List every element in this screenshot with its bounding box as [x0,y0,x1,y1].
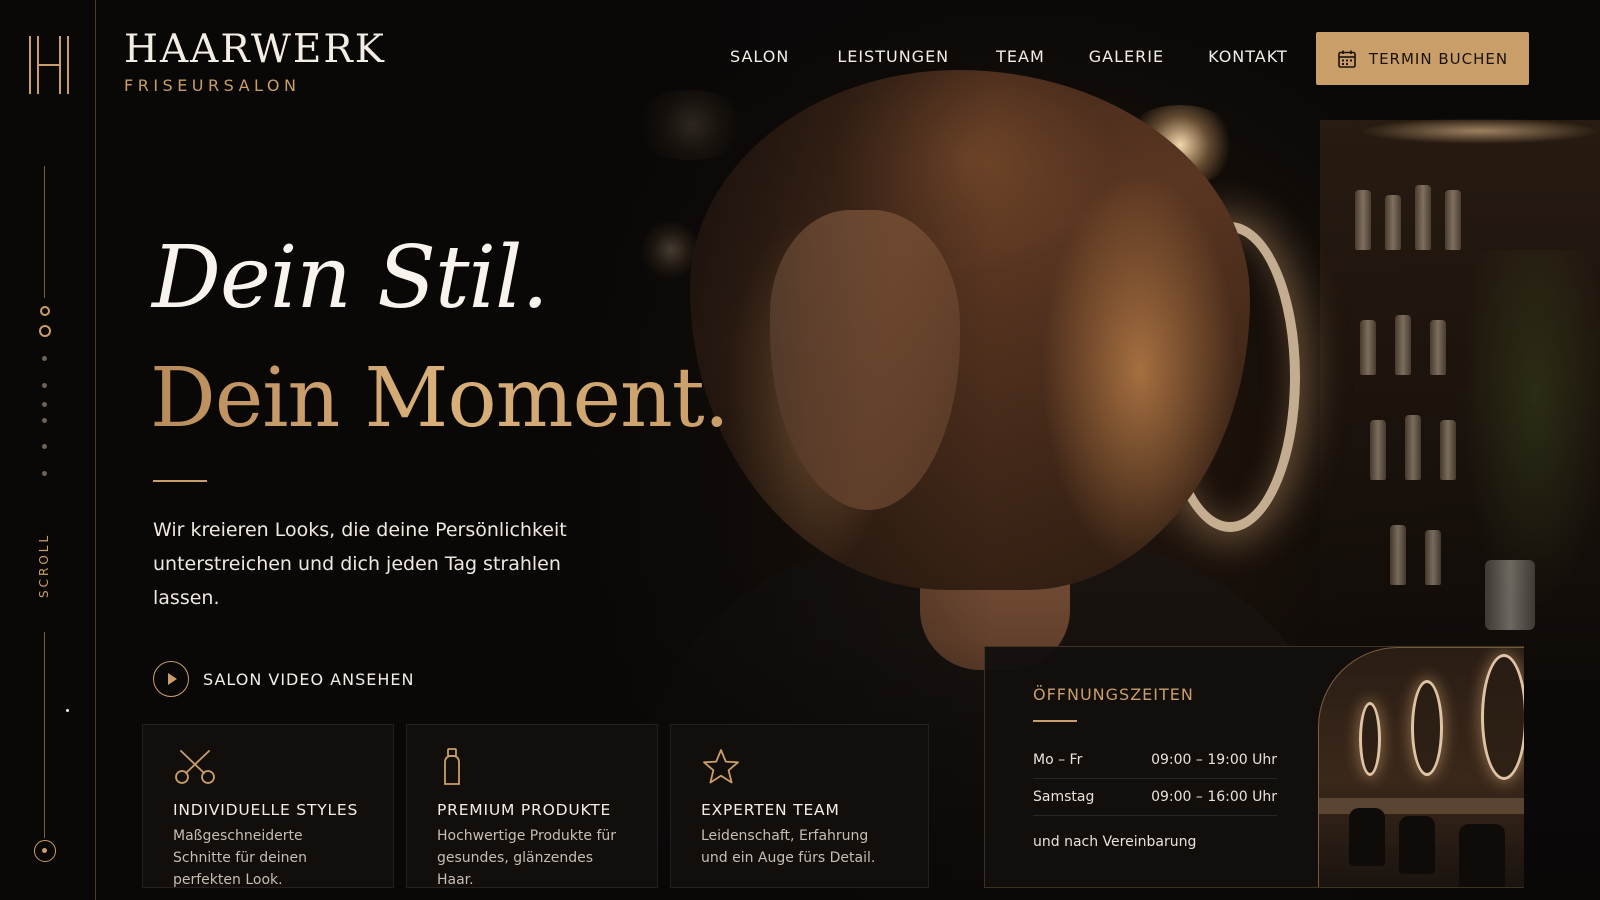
book-appointment-label: TERMIN BUCHEN [1368,49,1509,68]
section-indicator-active[interactable] [39,325,51,337]
hero-title: Dein Moment. [150,344,730,454]
brand-subtitle: FRISEURSALON [124,76,301,95]
hours-row: Mo – Fr 09:00 – 19:00 Uhr [1033,742,1277,779]
hours-row: Samstag 09:00 – 16:00 Uhr [1033,779,1277,816]
mirror [1411,680,1443,776]
book-appointment-button[interactable]: TERMIN BUCHEN [1316,32,1529,85]
hours-time: 09:00 – 16:00 Uhr [1151,789,1277,805]
hours-day: Mo – Fr [1033,752,1083,768]
opening-hours-title: ÖFFNUNGSZEITEN [1033,685,1194,704]
side-rail: SCROLL [0,0,96,900]
salon-video-link[interactable]: SALON VIDEO ANSEHEN [153,661,414,697]
scroll-label: SCROLL [37,532,51,598]
section-dot[interactable] [42,444,47,449]
play-icon [153,661,189,697]
hero-script-line: Dein Stil. [152,228,549,328]
chair [1459,824,1505,887]
mirror [1481,654,1524,780]
monogram-logo-icon[interactable] [27,34,71,96]
nav-item-leistungen[interactable]: LEISTUNGEN [837,47,949,66]
calendar-icon [1338,50,1356,68]
scroll-down-button[interactable] [34,840,56,862]
opening-hours-content: ÖFFNUNGSZEITEN Mo – Fr 09:00 – 19:00 Uhr… [1033,685,1277,850]
section-dot[interactable] [42,402,47,407]
feature-title: INDIVIDUELLE STYLES [173,801,359,819]
mirror [1359,702,1381,776]
rail-line [44,632,45,838]
brand[interactable]: HAARWERK FRISEURSALON [124,26,386,95]
feature-text: Maßgeschneiderte Schnitte für deinen per… [173,828,308,888]
sparkle [66,709,69,712]
chair [1399,816,1435,874]
brand-name: HAARWERK [124,27,386,72]
hours-note: und nach Vereinbarung [1033,834,1197,850]
feature-title: PREMIUM PRODUKTE [437,801,612,819]
salon-video-label: SALON VIDEO ANSEHEN [203,669,415,689]
section-indicator-inactive[interactable] [40,306,50,316]
main-nav: SALON LEISTUNGEN TEAM GALERIE KONTAKT [730,47,1288,66]
hours-time: 09:00 – 19:00 Uhr [1151,752,1277,768]
scissors-icon [175,750,215,784]
bottle-icon [444,748,460,785]
feature-text: Leidenschaft, Erfahrung und ein Auge für… [701,828,876,866]
hero-divider [153,480,207,482]
feature-card: EXPERTEN TEAM Leidenschaft, Erfahrung un… [670,724,929,888]
section-dot[interactable] [42,356,47,361]
feature-cards: INDIVIDUELLE STYLES Maßgeschneiderte Sch… [142,724,929,888]
feature-title: EXPERTEN TEAM [701,801,840,819]
nav-item-team[interactable]: TEAM [996,47,1045,66]
nav-item-kontakt[interactable]: KONTAKT [1208,47,1288,66]
chair [1349,808,1385,866]
hours-day: Samstag [1033,789,1095,805]
section-dot[interactable] [42,471,47,476]
opening-hours-divider [1033,720,1077,722]
feature-card: PREMIUM PRODUKTE Hochwertige Produkte fü… [406,724,658,888]
feature-text: Hochwertige Produkte für gesundes, glänz… [437,828,616,888]
rail-line [44,166,45,298]
nav-item-galerie[interactable]: GALERIE [1089,47,1164,66]
star-icon [703,749,739,784]
hero-description: Wir kreieren Looks, die deine Persönlich… [153,519,567,609]
opening-hours-card: ÖFFNUNGSZEITEN Mo – Fr 09:00 – 19:00 Uhr… [984,646,1524,888]
salon-interior-photo [1318,647,1524,887]
section-dot[interactable] [42,383,47,388]
nav-item-salon[interactable]: SALON [730,47,789,66]
feature-card: INDIVIDUELLE STYLES Maßgeschneiderte Sch… [142,724,394,888]
section-dot[interactable] [42,418,47,423]
